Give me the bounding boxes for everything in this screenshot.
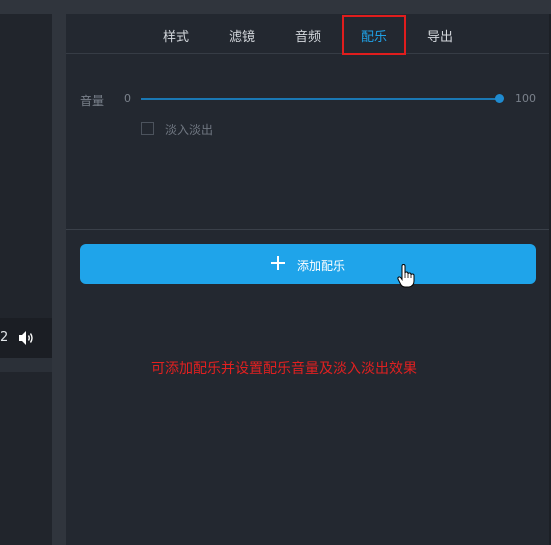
hand-pointer-icon bbox=[397, 264, 415, 288]
left-pane-divider bbox=[0, 358, 52, 372]
speaker-icon[interactable] bbox=[17, 329, 35, 347]
section-divider bbox=[66, 229, 549, 230]
tab-filter[interactable]: 滤镜 bbox=[229, 26, 255, 45]
volume-label: 音量 bbox=[80, 94, 105, 108]
window-top-strip bbox=[0, 0, 551, 14]
tab-export[interactable]: 导出 bbox=[427, 26, 453, 45]
pane-gutter bbox=[52, 14, 66, 545]
tab-bar: 样式 滤镜 音频 配乐 导出 bbox=[66, 14, 551, 55]
left-preview-pane: 2 bbox=[0, 14, 52, 545]
fade-checkbox[interactable] bbox=[141, 122, 154, 135]
volume-slider-track[interactable] bbox=[141, 98, 499, 100]
add-music-label: 添加配乐 bbox=[297, 259, 346, 273]
fade-label[interactable]: 淡入淡出 bbox=[165, 121, 213, 138]
playback-controls: 2 bbox=[0, 318, 52, 358]
music-panel: 样式 滤镜 音频 配乐 导出 音量 0 100 淡入淡出 添加配乐 可添加配乐并… bbox=[66, 14, 551, 545]
add-music-button[interactable]: 添加配乐 bbox=[80, 244, 536, 284]
volume-max-label: 100 bbox=[515, 92, 536, 105]
volume-slider-thumb[interactable] bbox=[495, 94, 504, 103]
tab-style[interactable]: 样式 bbox=[163, 26, 189, 45]
plus-icon bbox=[271, 256, 285, 270]
annotation-hint: 可添加配乐并设置配乐音量及淡入淡出效果 bbox=[151, 361, 417, 377]
tab-highlight-box bbox=[342, 15, 406, 55]
playback-number: 2 bbox=[0, 330, 9, 345]
volume-min-label: 0 bbox=[124, 92, 131, 105]
tab-audio[interactable]: 音频 bbox=[295, 26, 321, 45]
